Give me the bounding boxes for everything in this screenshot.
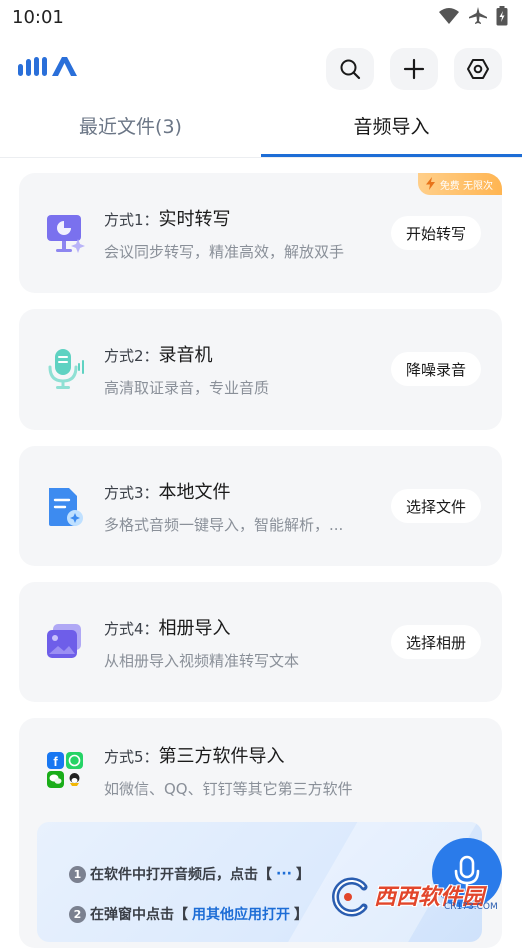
status-icons <box>438 6 508 26</box>
method-label: 方式2： <box>104 347 159 365</box>
method-card-album[interactable]: 方式4： 相册导入 从相册导入视频精准转写文本 选择相册 <box>19 582 502 702</box>
method-card-recorder[interactable]: 方式2： 录音机 高清取证录音，专业音质 降噪录音 <box>19 309 502 430</box>
card-title: 方式5： 第三方软件导入 <box>104 742 285 768</box>
method-label: 方式4： <box>104 620 159 638</box>
method-description: 高清取证录音，专业音质 <box>104 379 270 397</box>
svg-text:f: f <box>53 754 58 769</box>
search-icon <box>340 59 361 80</box>
card-title: 方式3： 本地文件 <box>104 478 231 504</box>
method-description: 如微信、QQ、钉钉等其它第三方软件 <box>104 780 353 798</box>
card-title: 方式2： 录音机 <box>104 341 213 367</box>
plus-icon <box>403 58 425 80</box>
step-number-1: 1 <box>69 865 86 883</box>
method-title: 本地文件 <box>158 482 231 503</box>
more-menu-hint: ··· <box>276 866 292 882</box>
active-tab-indicator <box>261 154 522 157</box>
tab-recent-files[interactable]: 最近文件(3) <box>0 106 261 158</box>
step-number-2: 2 <box>69 905 86 923</box>
method-title: 实时转写 <box>158 209 231 230</box>
free-badge-label: 免费 无限次 <box>439 180 493 192</box>
noise-reduction-record-button[interactable]: 降噪录音 <box>390 352 481 386</box>
card-title: 方式4： 相册导入 <box>104 614 231 640</box>
album-icon <box>47 624 81 658</box>
lightning-icon <box>425 177 435 190</box>
status-bar: 10:01 <box>0 0 522 36</box>
method-card-local-file[interactable]: 方式3： 本地文件 多格式音频一键导入，智能解析，... 选择文件 <box>19 446 502 566</box>
method-description: 从相册导入视频精准转写文本 <box>104 652 300 670</box>
method-description: 会议同步转写，精准高效，解放双手 <box>104 243 345 261</box>
third-party-apps-icon: f <box>47 752 83 788</box>
airplane-icon <box>469 7 487 24</box>
start-transcribe-button[interactable]: 开始转写 <box>390 216 481 250</box>
open-with-hint: 用其他应用打开 <box>192 907 290 923</box>
method-label: 方式3： <box>104 484 159 502</box>
method-card-realtime[interactable]: 免费 无限次 方式1： 实时转写 会议同步转写，精准高效，解放双手 开始转写 <box>19 173 502 293</box>
add-button[interactable] <box>390 48 438 90</box>
method-description: 多格式音频一键导入，智能解析，... <box>104 516 344 534</box>
method-title: 录音机 <box>158 345 213 366</box>
search-button[interactable] <box>326 48 374 90</box>
select-album-button[interactable]: 选择相册 <box>390 625 481 659</box>
status-time: 10:01 <box>12 7 64 28</box>
battery-icon <box>496 6 508 26</box>
guide-step-2: 2 在弹窗中点击【 用其他应用打开】 <box>69 904 308 924</box>
free-badge: 免费 无限次 <box>417 173 502 195</box>
tab-audio-import[interactable]: 音频导入 <box>261 106 522 158</box>
watermark-logo <box>332 877 368 917</box>
card-title: 方式1： 实时转写 <box>104 205 231 231</box>
app-header <box>0 46 522 92</box>
microphone-icon <box>48 349 84 389</box>
method-title: 相册导入 <box>158 618 231 639</box>
watermark: 西西软件园 CR173.COM <box>326 875 506 919</box>
step-2-text: 在弹窗中点击【 <box>90 907 188 923</box>
select-file-button[interactable]: 选择文件 <box>390 489 481 523</box>
app-logo <box>18 57 77 76</box>
method-label: 方式5： <box>104 748 159 766</box>
tab-bar: 最近文件(3) 音频导入 <box>0 106 522 158</box>
presentation-icon <box>47 215 85 253</box>
method-label: 方式1： <box>104 211 159 229</box>
wifi-icon <box>439 8 459 24</box>
step-2-close: 】 <box>294 907 308 923</box>
settings-button[interactable] <box>454 48 502 90</box>
step-1-text: 在软件中打开音频后，点击【 <box>90 867 272 883</box>
step-1-close: 】 <box>295 867 310 883</box>
method-title: 第三方软件导入 <box>158 746 285 767</box>
guide-step-1: 1 在软件中打开音频后，点击【 ···】 <box>69 864 310 884</box>
document-icon <box>49 488 83 526</box>
watermark-url: CR173.COM <box>444 902 498 912</box>
gear-icon <box>467 59 489 79</box>
